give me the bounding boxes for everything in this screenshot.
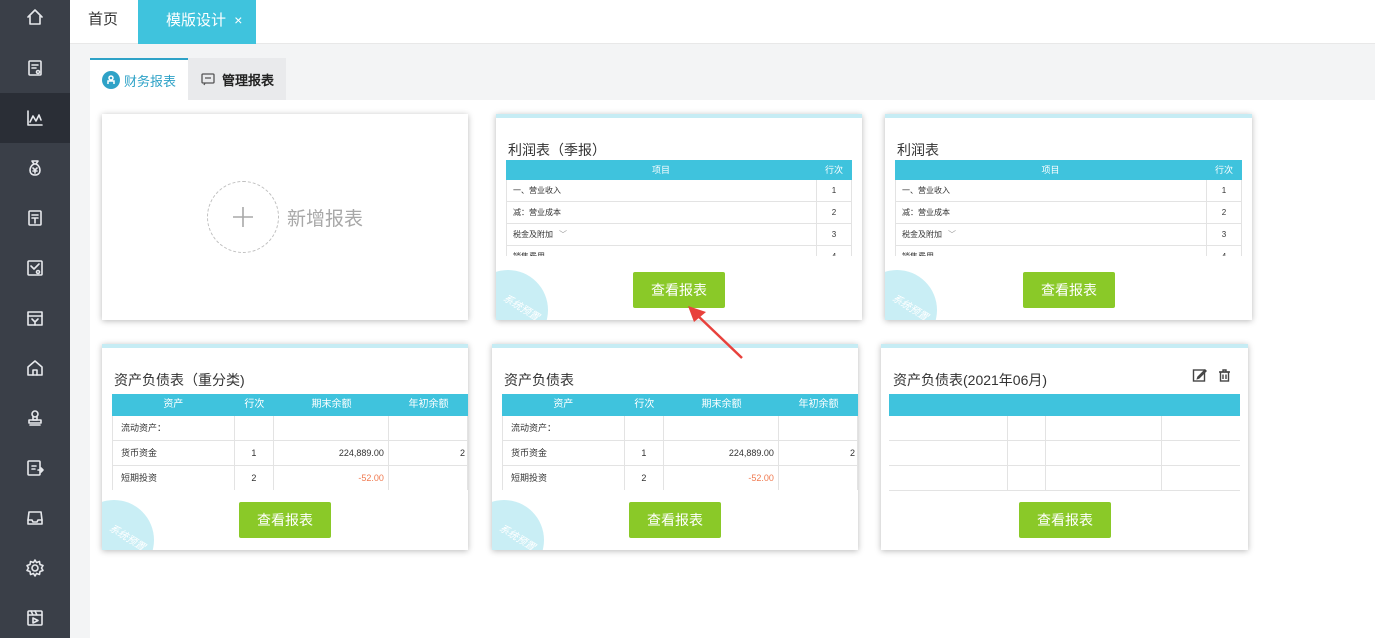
table-row: 短期投资 2 -52.00: [502, 466, 858, 490]
table-row: 一、营业收入 1: [506, 180, 852, 202]
stamp-icon: [28, 410, 42, 426]
table-row: [889, 466, 1240, 491]
home-icon: [27, 9, 43, 25]
table-row: 减：营业成本 2: [895, 202, 1242, 224]
report-preview-table: 项目 行次 一、营业收入1 减：营业成本2 税金及附加﹀3 销售费用4: [506, 160, 852, 256]
ledger-icon: [27, 260, 43, 276]
report-card-balance-2021-06: 资产负债表(2021年06月) 查看报表: [881, 344, 1248, 550]
delete-icon[interactable]: [1217, 368, 1232, 383]
sidebar-item-building[interactable]: [0, 343, 70, 393]
column-header: 期末余额: [311, 399, 352, 410]
sidebar-item-report[interactable]: [0, 193, 70, 243]
edit-icon[interactable]: [1192, 368, 1207, 383]
chevron-down-icon: ﹀: [948, 230, 956, 239]
table-row: 销售费用4: [506, 246, 852, 256]
column-header: 行次: [824, 165, 843, 175]
add-report-card[interactable]: 新增报表: [102, 114, 468, 320]
sidebar-item-ledger[interactable]: [0, 243, 70, 293]
tab-finance-reports-label: 财务报表: [124, 73, 177, 89]
close-icon[interactable]: ×: [234, 12, 242, 28]
report-type-tabs: 财务报表 管理报表: [90, 58, 287, 100]
column-header: 项目: [651, 165, 670, 175]
add-report-label: 新增报表: [286, 208, 363, 230]
table-row: 税金及附加 ﹀ 3: [506, 224, 852, 246]
finance-report-icon: [102, 71, 120, 89]
column-header: 年初余额: [798, 399, 839, 410]
column-header: 年初余额: [408, 399, 449, 410]
table-row: 流动资产：: [502, 416, 858, 441]
report-preview-table: 资产 行次 期末余额 年初余额 流动资产： 货币资金 1 224,889.00 2 短…: [112, 394, 468, 490]
sidebar: [0, 0, 70, 638]
column-header: 项目: [1041, 165, 1060, 175]
column-header: 行次: [634, 399, 655, 410]
view-report-button[interactable]: 查看报表: [629, 502, 721, 538]
tab-management-reports-label: 管理报表: [222, 72, 275, 88]
view-report-button[interactable]: 查看报表: [1019, 502, 1111, 538]
card-title: 资产负债表（重分类): [114, 372, 245, 388]
table-row: [889, 441, 1240, 466]
table-row: 一、营业收入 1: [895, 180, 1242, 202]
sidebar-item-money[interactable]: [0, 143, 70, 193]
sidebar-item-stamp[interactable]: [0, 393, 70, 443]
chart-icon: [27, 110, 43, 126]
video-icon: [27, 610, 43, 626]
sidebar-item-voucher[interactable]: [0, 293, 70, 343]
report-card-balance: 资产负债表 资产 行次 期末余额 年初余额 流动资产： 货币资金 1 224,889…: [492, 344, 858, 550]
sidebar-item-invoice[interactable]: [0, 43, 70, 93]
report-preview-table: [889, 394, 1240, 492]
table-row: 流动资产：: [112, 416, 468, 441]
table-row: 短期投资 2 -52.00: [112, 466, 468, 490]
column-header: 资产: [553, 399, 574, 410]
report-card-balance-reclass: 资产负债表（重分类) 资产 行次 期末余额 年初余额 流动资产： 货币资金 1 22…: [102, 344, 468, 550]
report-card-profit: 利润表 项目行次 一、营业收入1 减：营业成本2 税金及附加﹀3 销售费用4 系…: [885, 114, 1252, 320]
tab-home[interactable]: 首页: [70, 0, 136, 44]
export-icon: [27, 460, 44, 476]
column-header: 行次: [1214, 165, 1233, 175]
table-row: 货币资金 1 224,889.00 2: [502, 441, 858, 466]
tab-finance-reports[interactable]: 财务报表: [90, 58, 189, 100]
sidebar-item-home[interactable]: [0, 0, 70, 42]
sidebar-item-chart[interactable]: [0, 93, 70, 143]
view-report-button[interactable]: 查看报表: [1023, 272, 1115, 308]
table-header: [889, 394, 1240, 416]
invoice-icon: [28, 60, 42, 76]
card-toolbar: [1192, 368, 1232, 383]
sidebar-item-video[interactable]: [0, 593, 70, 638]
add-icon: [206, 181, 279, 253]
building-icon: [27, 360, 43, 376]
view-report-button[interactable]: 查看报表: [239, 502, 331, 538]
money-bag-icon: [29, 160, 41, 176]
tab-management-reports[interactable]: 管理报表: [188, 58, 287, 100]
table-row: 减：营业成本 2: [506, 202, 852, 224]
card-title: 资产负债表: [504, 372, 574, 388]
table-row: 销售费用4: [895, 246, 1242, 256]
column-header: 行次: [244, 399, 265, 410]
management-report-icon: [200, 71, 216, 87]
top-tab-bar: 首页 模版设计 ×: [70, 0, 1375, 44]
report-icon: [28, 210, 42, 226]
card-title: 资产负债表(2021年06月): [893, 372, 1048, 388]
voucher-icon: [27, 311, 43, 326]
report-preview-table: 项目 行次 一、营业收入1 减：营业成本2 税金及附加﹀3 销售费用4: [895, 160, 1242, 256]
tab-template-design[interactable]: 模版设计 ×: [138, 0, 257, 44]
column-header: 期末余额: [701, 399, 742, 410]
annotation-arrow-icon: [688, 306, 743, 359]
inbox-icon: [27, 511, 43, 525]
table-row: [889, 416, 1240, 441]
chevron-down-icon: ﹀: [559, 230, 567, 239]
card-title: 利润表（季报）: [508, 142, 606, 158]
table-row: 货币资金 1 224,889.00 2: [112, 441, 468, 466]
column-header: 资产: [163, 399, 184, 410]
table-row: 税金及附加 ﹀ 3: [895, 224, 1242, 246]
report-preview-table: 资产 行次 期末余额 年初余额 流动资产： 货币资金 1 224,889.00 2 短…: [502, 394, 858, 490]
gear-icon: [26, 559, 44, 577]
sidebar-item-export[interactable]: [0, 443, 70, 493]
sidebar-item-inbox[interactable]: [0, 493, 70, 543]
card-title: 利润表: [897, 142, 939, 158]
report-card-profit-quarterly: 利润表（季报） 项目 行次 一、营业收入1 减：营业成本2 税金及附加﹀3 销售费…: [496, 114, 862, 320]
sidebar-item-settings[interactable]: [0, 543, 70, 593]
tab-template-design-label: 模版设计: [166, 12, 227, 29]
